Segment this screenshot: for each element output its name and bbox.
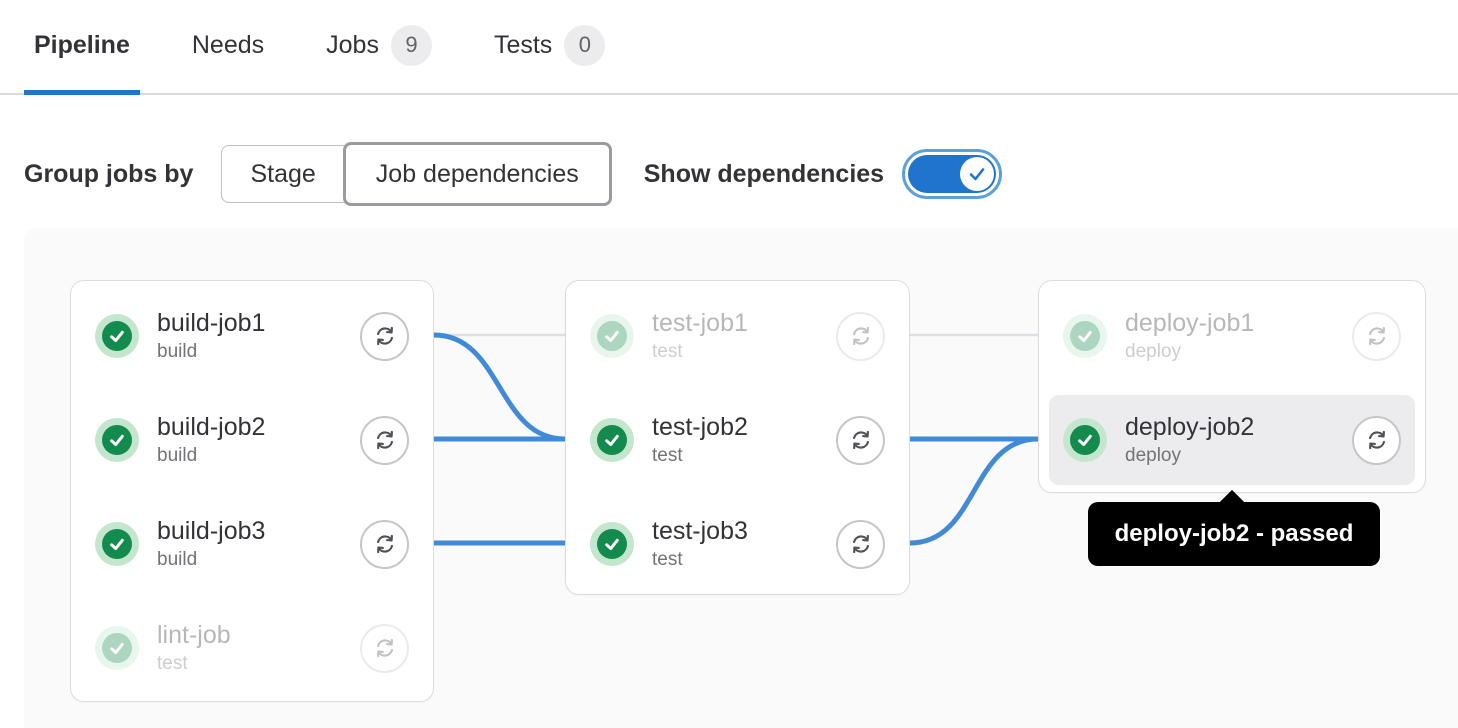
jobs-count-badge: 9: [390, 24, 432, 66]
toggle-check-icon: [969, 168, 985, 181]
job-stage-label: build: [157, 340, 198, 362]
retry-job-button[interactable]: [360, 311, 409, 361]
job-row-test-job3[interactable]: test-job3 test: [576, 499, 899, 589]
job-group-deploy: deploy-job1 deploy deploy-job2 deploy: [1038, 280, 1426, 493]
retry-icon: [852, 534, 869, 554]
job-name-link[interactable]: deploy-job2: [1125, 413, 1254, 442]
retry-icon: [852, 430, 869, 450]
status-success-icon: [590, 418, 634, 462]
job-group-test: test-job1 test test-job2 test test-job3 …: [565, 280, 910, 595]
job-name-link[interactable]: test-job3: [652, 517, 748, 546]
graph-controls: Group jobs by Stage Job dependencies Sho…: [24, 141, 1458, 207]
job-name-link[interactable]: build-job2: [157, 413, 265, 442]
status-success-icon: [1063, 418, 1107, 462]
job-name-link[interactable]: build-job3: [157, 517, 265, 546]
job-stage-label: test: [652, 548, 683, 570]
toggle-track: [908, 155, 997, 193]
tooltip-text: deploy-job2 - passed: [1114, 520, 1354, 547]
job-name-link[interactable]: deploy-job1: [1125, 309, 1254, 338]
job-row-build-job2[interactable]: build-job2 build: [81, 395, 423, 485]
pipeline-graph: build-job1 build build-job2 build build-…: [24, 228, 1458, 728]
job-stage-label: deploy: [1125, 340, 1181, 362]
retry-icon: [376, 534, 393, 554]
job-stage-label: build: [157, 548, 198, 570]
job-name-link[interactable]: build-job1: [157, 309, 265, 338]
job-row-deploy-job2[interactable]: deploy-job2 deploy: [1049, 395, 1415, 485]
status-success-icon: [95, 314, 139, 358]
retry-job-button[interactable]: [360, 623, 409, 673]
status-success-icon: [1063, 314, 1107, 358]
retry-icon: [852, 326, 869, 346]
retry-job-button[interactable]: [836, 415, 885, 465]
job-row-test-job2[interactable]: test-job2 test: [576, 395, 899, 485]
tab-jobs[interactable]: Jobs 9: [316, 0, 442, 95]
job-stage-label: build: [157, 444, 198, 466]
retry-job-button[interactable]: [836, 311, 885, 361]
retry-icon: [1368, 326, 1385, 346]
job-group-build: build-job1 build build-job2 build build-…: [70, 280, 434, 702]
job-row-test-job1[interactable]: test-job1 test: [576, 291, 899, 381]
retry-job-button[interactable]: [360, 415, 409, 465]
tab-needs-label: Needs: [191, 30, 265, 59]
group-by-job-dependencies-button[interactable]: Job dependencies: [342, 142, 612, 206]
tab-needs[interactable]: Needs: [182, 0, 274, 95]
tab-pipeline[interactable]: Pipeline: [24, 0, 140, 95]
retry-icon: [376, 430, 393, 450]
status-success-icon: [95, 626, 139, 670]
job-stage-label: test: [652, 444, 683, 466]
tab-jobs-label: Jobs: [326, 30, 379, 59]
status-success-icon: [95, 522, 139, 566]
retry-job-button[interactable]: [1352, 311, 1401, 361]
job-stage-label: test: [652, 340, 683, 362]
toggle-knob: [960, 157, 995, 191]
group-by-stage-button[interactable]: Stage: [221, 145, 345, 203]
retry-job-button[interactable]: [360, 519, 409, 569]
job-row-build-job1[interactable]: build-job1 build: [81, 291, 423, 381]
show-dependencies-toggle[interactable]: [902, 149, 1003, 199]
retry-job-button[interactable]: [1352, 415, 1401, 465]
status-success-icon: [590, 314, 634, 358]
retry-icon: [1368, 430, 1385, 450]
tab-tests[interactable]: Tests 0: [484, 0, 615, 95]
retry-icon: [376, 638, 393, 658]
tab-pipeline-label: Pipeline: [34, 30, 130, 59]
job-name-link[interactable]: lint-job: [157, 621, 231, 650]
job-name-link[interactable]: test-job1: [652, 309, 748, 338]
link-build-job1-test-job2: [431, 332, 568, 442]
job-stage-label: deploy: [1125, 444, 1181, 466]
link-test-job3-deploy-job2: [907, 436, 1041, 546]
job-row-build-job3[interactable]: build-job3 build: [81, 499, 423, 589]
show-dependencies-label: Show dependencies: [643, 159, 885, 188]
pipeline-tabbar: Pipeline Needs Jobs 9 Tests 0: [0, 0, 1458, 95]
tab-tests-label: Tests: [493, 30, 553, 59]
job-name-link[interactable]: test-job2: [652, 413, 748, 442]
group-jobs-by-label: Group jobs by: [24, 159, 194, 188]
retry-icon: [376, 326, 393, 346]
status-success-icon: [95, 418, 139, 462]
job-stage-label: test: [157, 652, 188, 674]
job-tooltip: deploy-job2 - passed: [1088, 489, 1380, 566]
group-by-segmented-control: Stage Job dependencies: [221, 142, 612, 206]
tests-count-badge: 0: [564, 24, 606, 66]
retry-job-button[interactable]: [836, 519, 885, 569]
job-row-deploy-job1[interactable]: deploy-job1 deploy: [1049, 291, 1415, 381]
status-success-icon: [590, 522, 634, 566]
job-row-lint-job[interactable]: lint-job test: [81, 603, 423, 693]
